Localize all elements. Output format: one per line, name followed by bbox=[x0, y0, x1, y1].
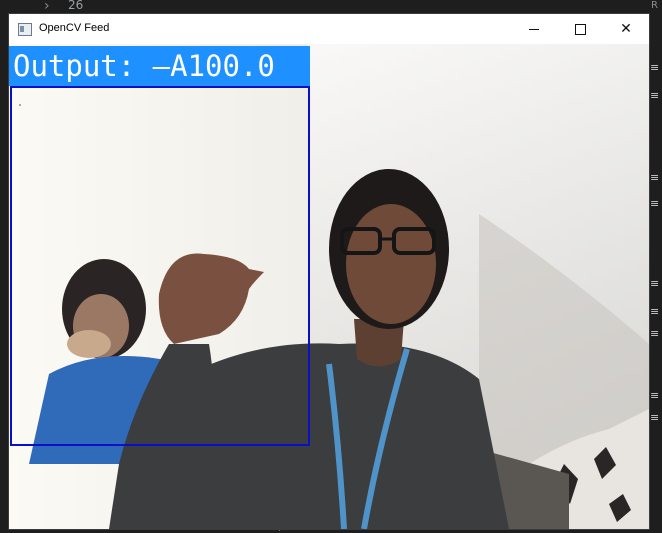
camera-feed: Output: —A100.0 bbox=[9, 44, 649, 529]
prediction-output-label: Output: —A100.0 bbox=[9, 46, 310, 86]
window-title: OpenCV Feed bbox=[39, 22, 110, 34]
opencv-window: OpenCV Feed ✕ Output: —A100.0 bbox=[9, 14, 649, 529]
app-window-icon bbox=[18, 23, 32, 36]
editor-top-strip: › 26 R bbox=[0, 0, 662, 14]
minimize-icon bbox=[529, 28, 539, 30]
maximize-button[interactable] bbox=[557, 14, 603, 44]
detection-bounding-box bbox=[10, 86, 310, 446]
editor-minimap-marks: ≡ ≡ ≡ ≡ ≡ ≡ ≡ ≡ ≡ bbox=[650, 61, 660, 424]
close-icon: ✕ bbox=[620, 21, 632, 37]
chevron-right-icon[interactable]: › bbox=[44, 0, 50, 14]
maximize-icon bbox=[574, 23, 586, 35]
editor-side-label: R bbox=[651, 0, 658, 11]
minimize-button[interactable] bbox=[511, 14, 557, 44]
close-button[interactable]: ✕ bbox=[603, 14, 649, 44]
line-number: 26 bbox=[68, 0, 84, 12]
window-titlebar[interactable]: OpenCV Feed ✕ bbox=[9, 14, 649, 44]
